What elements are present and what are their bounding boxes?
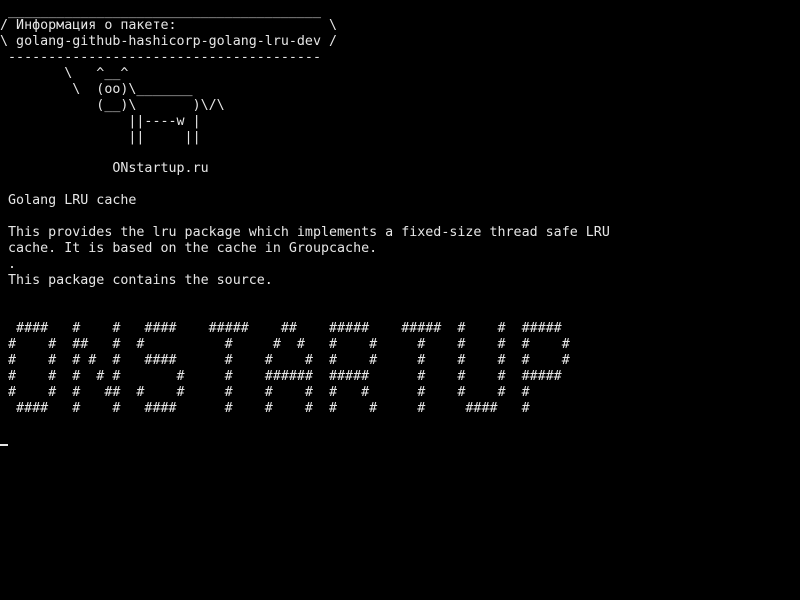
cowsay-cow-line: \ ^__^ bbox=[0, 66, 129, 81]
package-description: cache. It is based on the cache in Group… bbox=[0, 241, 378, 256]
terminal-screen[interactable]: _______________________________________ … bbox=[0, 0, 800, 600]
cowsay-border-bottom: --------------------------------------- bbox=[0, 50, 321, 65]
package-description: This provides the lru package which impl… bbox=[0, 225, 610, 240]
site-name: ONstartup.ru bbox=[0, 161, 209, 176]
ascii-banner-line: # # # ## # # # # # # # # # # # bbox=[0, 385, 530, 400]
cowsay-cow-line: || || bbox=[0, 130, 201, 145]
package-summary: Golang LRU cache bbox=[0, 193, 137, 208]
cowsay-cow-line: ||----w | bbox=[0, 114, 201, 129]
ascii-banner-line: #### # # #### # # # # # # #### # bbox=[0, 401, 530, 416]
cowsay-cow-line: \ (oo)\_______ bbox=[0, 82, 193, 97]
ascii-banner-line: # # # # # #### # # # # # # # # # # bbox=[0, 353, 570, 368]
package-description: This package contains the source. bbox=[0, 273, 273, 288]
package-description: . bbox=[0, 257, 17, 272]
cowsay-bubble-line: / Информация о пакете: \ bbox=[0, 18, 338, 33]
ascii-banner-line: #### # # #### ##### ## ##### ##### # # #… bbox=[0, 321, 562, 336]
text-cursor bbox=[0, 444, 8, 446]
cowsay-bubble-line: \ golang-github-hashicorp-golang-lru-dev… bbox=[0, 34, 338, 49]
ascii-banner-line: # # ## # # # # # # # # # # # # bbox=[0, 337, 570, 352]
ascii-banner-line: # # # # # # # ###### ##### # # # ##### bbox=[0, 369, 562, 384]
cowsay-cow-line: (__)\ )\/\ bbox=[0, 98, 225, 113]
